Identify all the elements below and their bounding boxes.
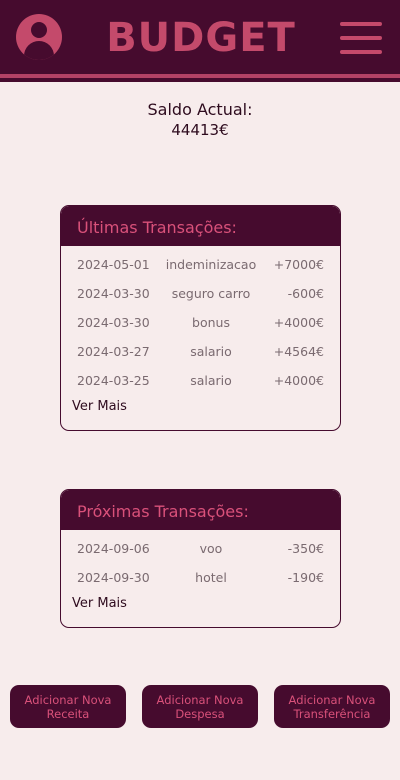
transaction-description: hotel bbox=[195, 570, 227, 585]
transaction-date: 2024-03-27 bbox=[77, 344, 150, 359]
transaction-description: salario bbox=[190, 344, 232, 359]
transaction-row[interactable]: 2024-03-25 salario +4000€ bbox=[61, 365, 340, 394]
transaction-description: voo bbox=[199, 541, 223, 556]
transaction-description: bonus bbox=[192, 315, 230, 330]
user-icon[interactable] bbox=[16, 14, 62, 60]
recent-transactions-title: Últimas Transações: bbox=[61, 206, 340, 246]
transaction-amount: -190€ bbox=[287, 570, 324, 585]
add-transfer-button[interactable]: Adicionar Nova Transferência bbox=[274, 685, 390, 728]
add-expense-button[interactable]: Adicionar Nova Despesa bbox=[142, 685, 258, 728]
recent-see-more-link[interactable]: Ver Mais bbox=[61, 394, 340, 422]
transaction-description: seguro carro bbox=[171, 286, 251, 301]
transaction-amount: +4000€ bbox=[273, 315, 324, 330]
transaction-amount: -600€ bbox=[287, 286, 324, 301]
transaction-amount: -350€ bbox=[287, 541, 324, 556]
hamburger-menu-icon[interactable] bbox=[340, 22, 382, 54]
transaction-amount: +4000€ bbox=[273, 373, 324, 388]
transaction-row[interactable]: 2024-03-30 seguro carro -600€ bbox=[61, 278, 340, 307]
menu-line bbox=[340, 50, 382, 54]
upcoming-transactions-card: Próximas Transações: 2024-09-06 voo -350… bbox=[60, 489, 341, 628]
recent-transactions-card: Últimas Transações: 2024-05-01 indeminiz… bbox=[60, 205, 341, 431]
transaction-amount: +4564€ bbox=[273, 344, 324, 359]
transaction-row[interactable]: 2024-05-01 indeminizacao +7000€ bbox=[61, 249, 340, 278]
transaction-amount: +7000€ bbox=[273, 257, 324, 272]
transaction-date: 2024-03-30 bbox=[77, 315, 150, 330]
transaction-row[interactable]: 2024-03-30 bonus +4000€ bbox=[61, 307, 340, 336]
menu-line bbox=[340, 36, 382, 40]
transaction-date: 2024-03-30 bbox=[77, 286, 150, 301]
transaction-date: 2024-09-30 bbox=[77, 570, 150, 585]
user-icon-head bbox=[31, 22, 47, 38]
transaction-row[interactable]: 2024-09-30 hotel -190€ bbox=[61, 562, 340, 591]
balance-label: Saldo Actual: bbox=[147, 100, 253, 119]
transaction-description: salario bbox=[190, 373, 232, 388]
app-title: BUDGET bbox=[106, 15, 296, 61]
header-bottom-band bbox=[0, 78, 400, 82]
transaction-description: indeminizacao bbox=[165, 257, 257, 272]
add-income-button[interactable]: Adicionar Nova Receita bbox=[10, 685, 126, 728]
menu-line bbox=[340, 22, 382, 26]
transaction-date: 2024-05-01 bbox=[77, 257, 150, 272]
user-icon-body bbox=[24, 41, 54, 60]
balance-value: 44413€ bbox=[171, 121, 229, 139]
upcoming-transactions-title: Próximas Transações: bbox=[61, 490, 340, 530]
transaction-row[interactable]: 2024-09-06 voo -350€ bbox=[61, 533, 340, 562]
transaction-date: 2024-09-06 bbox=[77, 541, 150, 556]
transaction-row[interactable]: 2024-03-27 salario +4564€ bbox=[61, 336, 340, 365]
transaction-date: 2024-03-25 bbox=[77, 373, 150, 388]
upcoming-see-more-link[interactable]: Ver Mais bbox=[61, 591, 340, 619]
